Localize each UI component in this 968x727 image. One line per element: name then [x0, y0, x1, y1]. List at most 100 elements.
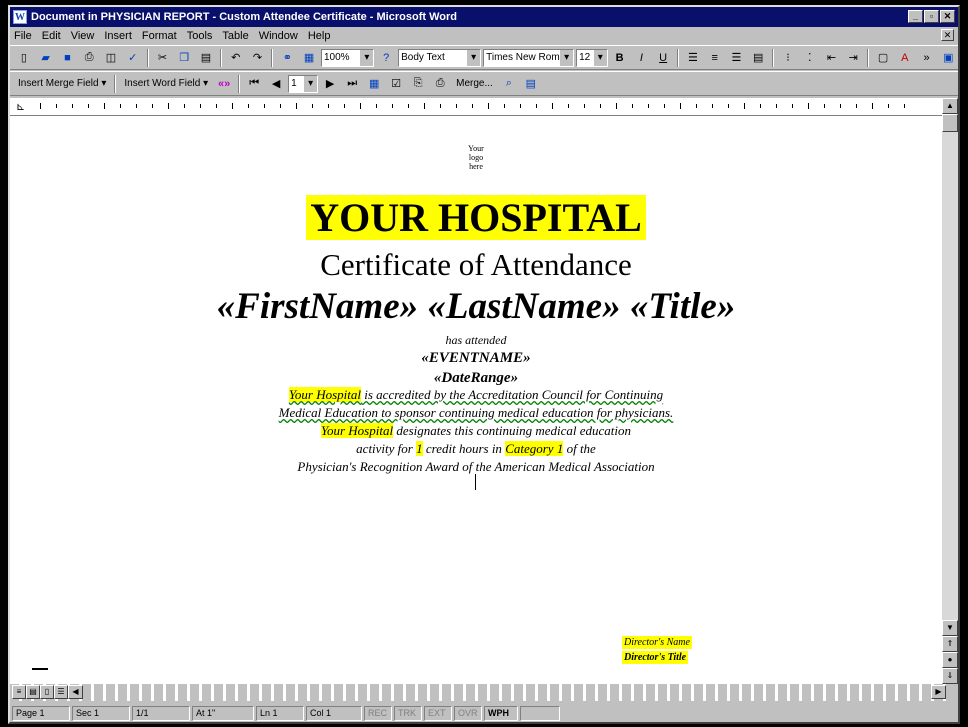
ruler-tick — [168, 103, 169, 109]
last-record-icon[interactable]: ⏭ — [342, 74, 362, 93]
scroll-left-arrow-icon[interactable]: ◀ — [68, 685, 83, 699]
mail-merge-helper-icon[interactable]: ▦ — [364, 74, 384, 93]
ruler-tick — [872, 103, 873, 109]
menu-format[interactable]: Format — [142, 30, 177, 42]
previous-page-icon[interactable]: ⇑ — [942, 636, 958, 652]
decrease-indent-icon[interactable]: ⇤ — [822, 48, 842, 67]
word-app-icon[interactable]: W — [13, 10, 27, 24]
vertical-scrollbar[interactable]: ▲ ▼ ⇑ ● ⇓ — [942, 98, 958, 684]
normal-view-icon[interactable]: ≡ — [12, 685, 26, 699]
menu-table[interactable]: Table — [222, 30, 248, 42]
minimize-button[interactable]: _ — [908, 10, 923, 23]
open-icon[interactable]: ▰ — [36, 48, 56, 67]
ruler-tick — [536, 104, 537, 108]
hospital-name: YOUR HOSPITAL — [10, 195, 942, 240]
ruler-tick — [200, 104, 201, 108]
font-size-combo[interactable]: 12 — [576, 48, 608, 67]
vertical-scroll-thumb[interactable] — [942, 114, 958, 132]
copy-icon[interactable]: ❐ — [174, 48, 194, 67]
save-icon[interactable]: ■ — [58, 48, 78, 67]
outline-view-icon[interactable]: ☰ — [54, 685, 68, 699]
font-color-icon[interactable]: A — [895, 48, 915, 67]
numbering-icon[interactable]: ⁝ — [778, 48, 798, 67]
menu-view[interactable]: View — [71, 30, 95, 42]
align-right-icon[interactable]: ☰ — [727, 48, 747, 67]
title-bar[interactable]: W Document in PHYSICIAN REPORT - Custom … — [10, 7, 958, 27]
style-combo[interactable]: Body Text — [398, 48, 482, 67]
redo-icon[interactable]: ↷ — [248, 48, 268, 67]
document-page[interactable]: Your logo here YOUR HOSPITAL Certificate… — [10, 116, 942, 684]
horizontal-ruler[interactable]: ⊾ — [10, 98, 942, 116]
close-button[interactable]: ✕ — [940, 10, 955, 23]
status-position[interactable]: 1/1 — [132, 705, 190, 721]
horizontal-scrollbar[interactable]: ≡ ▤ ▯ ☰ ◀ ▶ — [10, 684, 946, 701]
select-browse-object-icon[interactable]: ● — [942, 652, 958, 668]
bullets-icon[interactable]: ⁚ — [800, 48, 820, 67]
previous-record-icon[interactable]: ◀ — [266, 74, 286, 93]
status-rec[interactable]: REC — [364, 705, 392, 721]
undo-icon[interactable]: ↶ — [226, 48, 246, 67]
cut-icon[interactable]: ✂ — [153, 48, 173, 67]
check-errors-icon[interactable]: ☑ — [386, 74, 406, 93]
menu-edit[interactable]: Edit — [42, 30, 61, 42]
align-left-icon[interactable]: ☰ — [683, 48, 703, 67]
status-wph[interactable]: WPH — [484, 705, 518, 721]
print-icon[interactable]: ⎙ — [79, 48, 99, 67]
menu-help[interactable]: Help — [308, 30, 331, 42]
status-page[interactable]: Page 1 — [12, 705, 70, 721]
border-icon[interactable]: ▢ — [873, 48, 893, 67]
print-preview-icon[interactable]: ◫ — [101, 48, 121, 67]
scroll-right-arrow-icon[interactable]: ▶ — [931, 685, 946, 699]
font-combo[interactable]: Times New Roman — [483, 48, 575, 67]
insert-merge-field-button[interactable]: Insert Merge Field ▾ — [14, 74, 110, 93]
status-section[interactable]: Sec 1 — [72, 705, 130, 721]
underline-button[interactable]: U — [653, 48, 673, 67]
toolbar-options-icon[interactable]: » — [917, 48, 937, 67]
menu-tools[interactable]: Tools — [187, 30, 213, 42]
merge-button[interactable]: Merge... — [452, 74, 497, 93]
first-record-icon[interactable]: ⏮ — [244, 74, 264, 93]
scroll-down-arrow-icon[interactable]: ▼ — [942, 620, 958, 636]
date-range-field: «DateRange» — [433, 370, 519, 386]
paste-icon[interactable]: ▤ — [196, 48, 216, 67]
next-record-icon[interactable]: ▶ — [320, 74, 340, 93]
help-icon[interactable]: ? — [376, 48, 396, 67]
web-layout-icon[interactable]: ▤ — [26, 685, 40, 699]
next-page-icon[interactable]: ⇓ — [942, 668, 958, 684]
justify-icon[interactable]: ▤ — [748, 48, 768, 67]
find-record-icon[interactable]: ⌕ — [499, 74, 519, 93]
tables-icon[interactable]: ▦ — [299, 48, 319, 67]
record-number-field[interactable]: 1 — [288, 74, 319, 93]
view-merged-data-icon[interactable]: «» — [214, 74, 234, 93]
edit-data-source-icon[interactable]: ▤ — [521, 74, 541, 93]
status-trk[interactable]: TRK — [394, 705, 422, 721]
status-ext[interactable]: EXT — [424, 705, 452, 721]
insert-word-field-button[interactable]: Insert Word Field ▾ — [120, 74, 212, 93]
merge-to-document-icon[interactable]: ⎘ — [408, 74, 428, 93]
merge-to-printer-icon[interactable]: ⎙ — [430, 74, 450, 93]
menu-insert[interactable]: Insert — [104, 30, 132, 42]
status-at[interactable]: At 1" — [192, 705, 254, 721]
increase-indent-icon[interactable]: ⇥ — [843, 48, 863, 67]
zoom-combo[interactable]: 100% — [320, 48, 375, 67]
toolbar-separator — [238, 74, 241, 93]
align-center-icon[interactable]: ≡ — [705, 48, 725, 67]
scroll-up-arrow-icon[interactable]: ▲ — [942, 98, 958, 114]
tab-selector-icon[interactable]: ⊾ — [16, 100, 25, 113]
font-value: Times New Roman — [486, 52, 571, 63]
status-ovr[interactable]: OVR — [454, 705, 482, 721]
hyperlink-icon[interactable]: ⚭ — [277, 48, 297, 67]
maximize-button[interactable]: ▫ — [924, 10, 939, 23]
document-close-button[interactable]: ✕ — [941, 29, 954, 41]
status-column[interactable]: Col 1 — [306, 705, 362, 721]
status-line[interactable]: Ln 1 — [256, 705, 304, 721]
menu-file[interactable]: File — [14, 30, 32, 42]
print-layout-icon[interactable]: ▯ — [40, 685, 54, 699]
menu-window[interactable]: Window — [259, 30, 298, 42]
italic-button[interactable]: I — [632, 48, 652, 67]
status-spelling-icon[interactable] — [520, 705, 560, 721]
bold-button[interactable]: B — [610, 48, 630, 67]
new-icon[interactable]: ▯ — [14, 48, 34, 67]
spelling-icon[interactable]: ✓ — [123, 48, 143, 67]
document-map-icon[interactable]: ▣ — [938, 48, 958, 67]
